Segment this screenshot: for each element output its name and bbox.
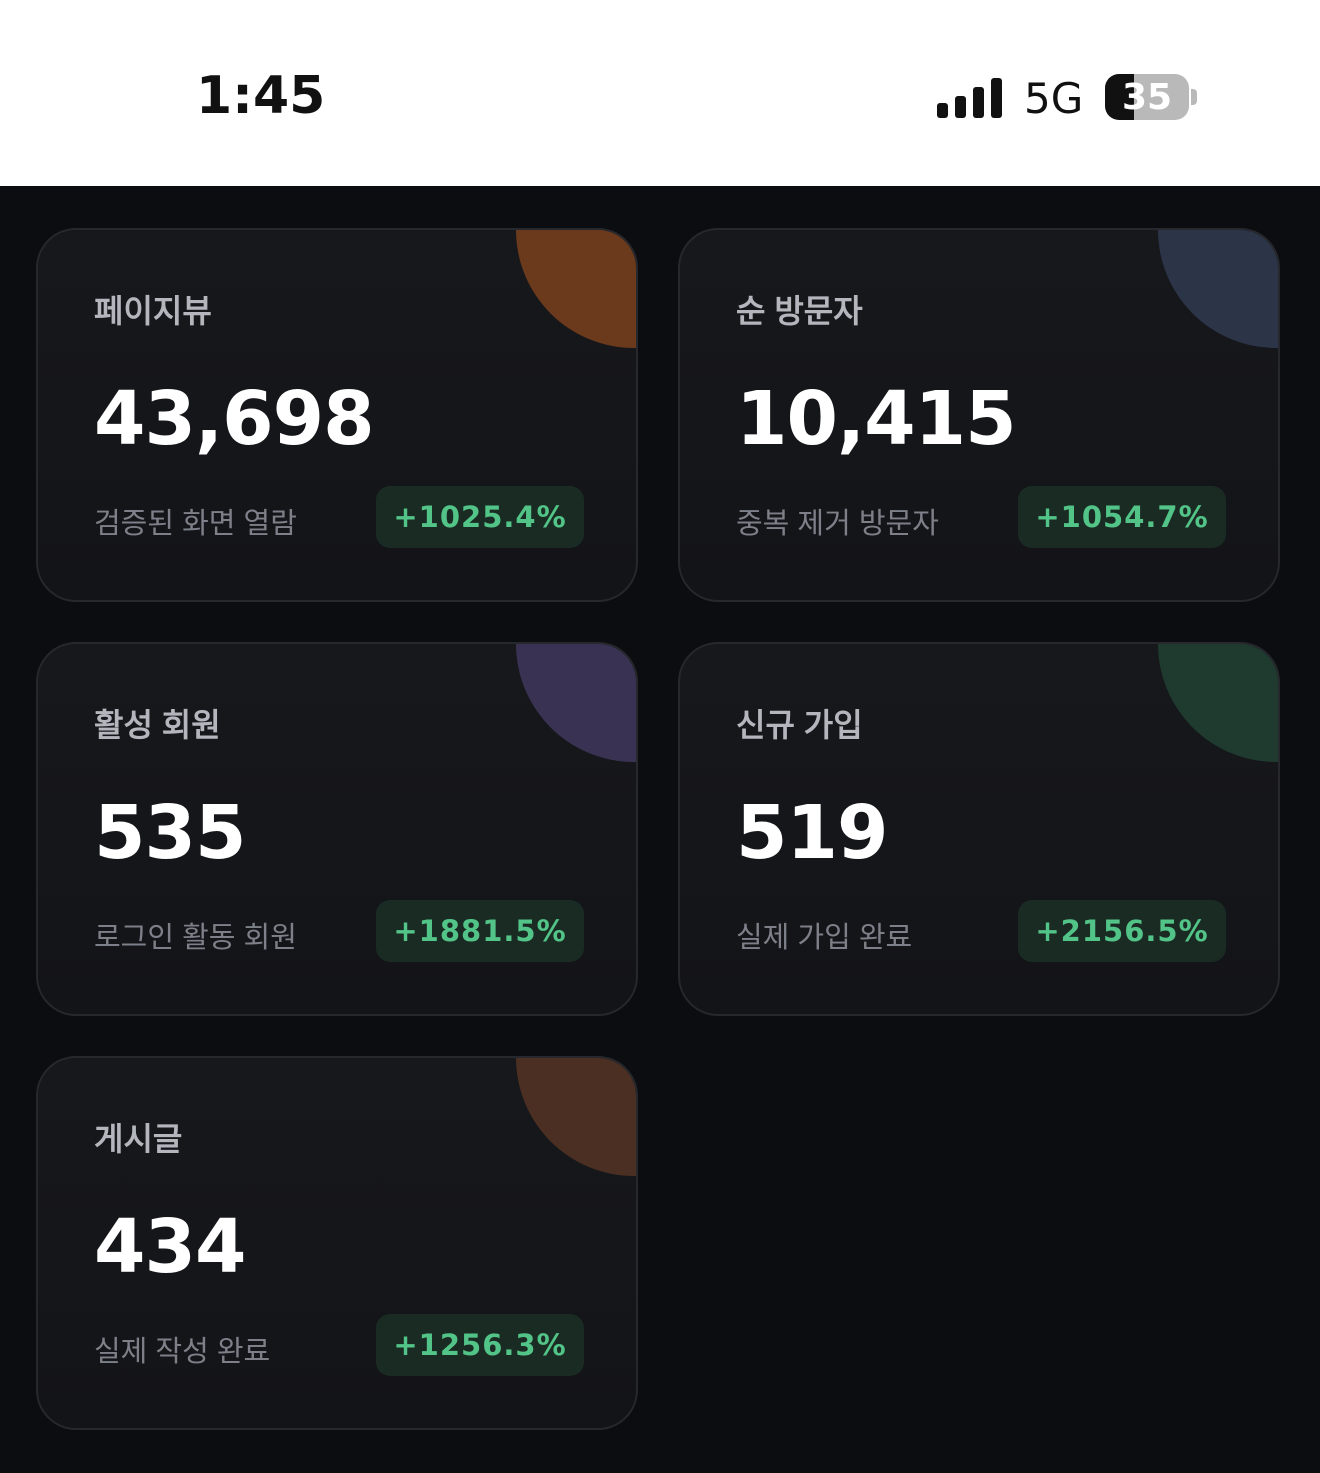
stat-card-unique-visitors[interactable]: 순 방문자 10,415 중복 제거 방문자 +1054.7% <box>678 228 1280 602</box>
stat-card-pageviews[interactable]: 페이지뷰 43,698 검증된 화면 열람 +1025.4% <box>36 228 638 602</box>
stat-card-title: 페이지뷰 <box>94 293 212 329</box>
status-time: 1:45 <box>196 66 326 126</box>
change-badge: +1025.4% <box>376 486 584 548</box>
stat-card-title: 활성 회원 <box>94 707 221 743</box>
battery-tip-icon <box>1191 89 1197 105</box>
stat-card-title: 순 방문자 <box>736 293 863 329</box>
card-accent-decoration <box>514 644 636 762</box>
battery-level: 35 <box>1121 77 1173 118</box>
stat-card-subtitle: 로그인 활동 회원 <box>94 922 297 954</box>
battery-icon: 35 <box>1105 74 1189 120</box>
stat-card-value: 519 <box>736 790 888 876</box>
change-badge: +1881.5% <box>376 900 584 962</box>
stat-card-title: 신규 가입 <box>736 707 863 743</box>
stat-card-active-members[interactable]: 활성 회원 535 로그인 활동 회원 +1881.5% <box>36 642 638 1016</box>
change-badge: +1256.3% <box>376 1314 584 1376</box>
network-type: 5G <box>1024 74 1084 123</box>
card-accent-decoration <box>1156 230 1278 348</box>
stat-card-subtitle: 검증된 화면 열람 <box>94 508 297 540</box>
card-accent-decoration <box>514 1058 636 1176</box>
stat-card-value: 434 <box>94 1204 246 1290</box>
change-badge: +2156.5% <box>1018 900 1226 962</box>
stat-card-posts[interactable]: 게시글 434 실제 작성 완료 +1256.3% <box>36 1056 638 1430</box>
stat-card-subtitle: 실제 가입 완료 <box>736 922 913 954</box>
cellular-signal-icon <box>937 76 1003 118</box>
stat-card-value: 10,415 <box>736 376 1017 462</box>
change-badge: +1054.7% <box>1018 486 1226 548</box>
card-accent-decoration <box>514 230 636 348</box>
stat-card-value: 535 <box>94 790 246 876</box>
stat-card-subtitle: 실제 작성 완료 <box>94 1336 271 1368</box>
card-accent-decoration <box>1156 644 1278 762</box>
stat-card-subtitle: 중복 제거 방문자 <box>736 508 939 540</box>
status-bar: 1:45 5G 35 <box>0 0 1320 186</box>
stat-card-new-signups[interactable]: 신규 가입 519 실제 가입 완료 +2156.5% <box>678 642 1280 1016</box>
stats-dashboard: 페이지뷰 43,698 검증된 화면 열람 +1025.4% 순 방문자 10,… <box>0 186 1320 1473</box>
stat-card-value: 43,698 <box>94 376 375 462</box>
stat-card-title: 게시글 <box>94 1121 183 1157</box>
